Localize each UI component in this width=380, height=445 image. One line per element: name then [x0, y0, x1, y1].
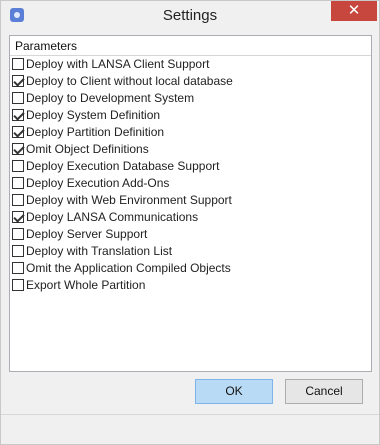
parameters-panel: Parameters Deploy with LANSA Client Supp… — [9, 35, 372, 372]
checkbox[interactable] — [12, 160, 24, 172]
header-divider — [10, 55, 371, 56]
checkbox[interactable] — [12, 109, 24, 121]
parameter-row[interactable]: Deploy Partition Definition — [12, 125, 352, 141]
title-bar[interactable]: Settings ✕ — [1, 1, 379, 31]
ok-button[interactable]: OK — [195, 379, 273, 404]
checkbox[interactable] — [12, 211, 24, 223]
parameter-row[interactable]: Deploy with Translation List — [12, 244, 352, 260]
parameter-label: Omit Object Definitions — [26, 142, 149, 156]
parameter-label: Omit the Application Compiled Objects — [26, 261, 231, 275]
parameter-row[interactable]: Deploy Server Support — [12, 227, 352, 243]
close-button[interactable]: ✕ — [331, 1, 377, 21]
parameters-header: Parameters — [15, 39, 78, 53]
parameter-row[interactable]: Deploy Execution Database Support — [12, 159, 352, 175]
parameter-label: Deploy with Web Environment Support — [26, 193, 232, 207]
parameter-label: Deploy to Client without local database — [26, 74, 233, 88]
parameter-row[interactable]: Deploy with Web Environment Support — [12, 193, 352, 209]
checkbox[interactable] — [12, 126, 24, 138]
checkbox[interactable] — [12, 75, 24, 87]
parameter-row[interactable]: Deploy Execution Add-Ons — [12, 176, 352, 192]
checkbox[interactable] — [12, 143, 24, 155]
checkbox[interactable] — [12, 177, 24, 189]
checkbox[interactable] — [12, 228, 24, 240]
footer-divider — [1, 414, 379, 415]
settings-dialog: Settings ✕ Parameters Deploy with LANSA … — [0, 0, 380, 445]
parameter-row[interactable]: Export Whole Partition — [12, 278, 352, 294]
parameter-row[interactable]: Deploy with LANSA Client Support — [12, 57, 352, 73]
checkbox[interactable] — [12, 194, 24, 206]
checkbox[interactable] — [12, 92, 24, 104]
checkbox[interactable] — [12, 279, 24, 291]
parameter-label: Export Whole Partition — [26, 278, 146, 292]
parameter-row[interactable]: Deploy to Development System — [12, 91, 352, 107]
checkbox[interactable] — [12, 245, 24, 257]
parameter-label: Deploy Server Support — [26, 227, 148, 241]
parameter-label: Deploy LANSA Communications — [26, 210, 199, 224]
window-title: Settings — [162, 7, 218, 24]
checkbox[interactable] — [12, 58, 24, 70]
parameter-row[interactable]: Deploy to Client without local database — [12, 74, 352, 90]
cancel-button[interactable]: Cancel — [285, 379, 363, 404]
parameter-label: Deploy System Definition — [26, 108, 161, 122]
parameter-row[interactable]: Deploy LANSA Communications — [12, 210, 352, 226]
parameter-row[interactable]: Deploy System Definition — [12, 108, 352, 124]
parameter-label: Deploy Execution Database Support — [26, 159, 220, 173]
parameter-label: Deploy with Translation List — [26, 244, 173, 258]
checkbox[interactable] — [12, 262, 24, 274]
parameter-label: Deploy to Development System — [26, 91, 195, 105]
parameter-label: Deploy Execution Add-Ons — [26, 176, 170, 190]
parameter-row[interactable]: Omit Object Definitions — [12, 142, 352, 158]
parameter-label: Deploy Partition Definition — [26, 125, 165, 139]
parameter-row[interactable]: Omit the Application Compiled Objects — [12, 261, 352, 277]
parameter-label: Deploy with LANSA Client Support — [26, 57, 210, 71]
